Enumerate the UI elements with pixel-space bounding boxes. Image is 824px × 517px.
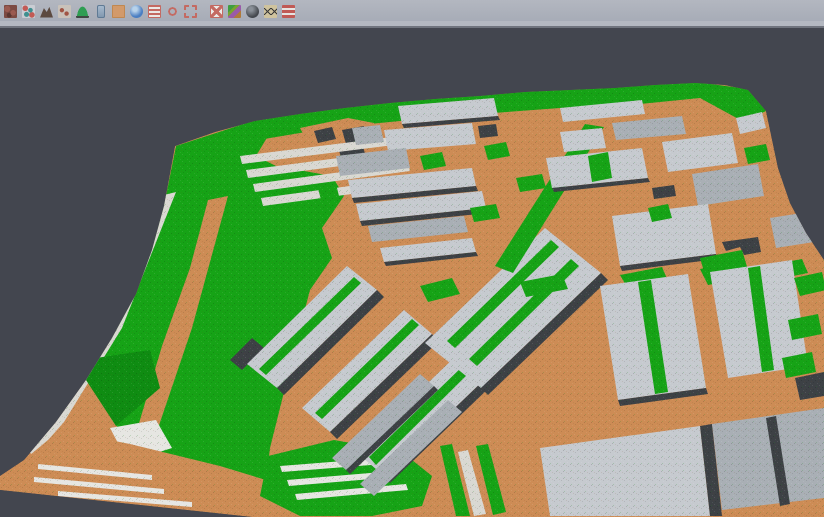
toolbar-button-tan-x-marks[interactable]: [262, 3, 279, 20]
ortho-surface-icon: [112, 5, 125, 18]
globe-view-icon: [130, 5, 143, 18]
toolbar-button-scatter-points[interactable]: [20, 3, 37, 20]
toolbar-button-vegetation-mound[interactable]: [74, 3, 91, 20]
application-window: [0, 0, 824, 517]
checker-cross-icon: [210, 5, 223, 18]
toolbar-button-fit-extent-brackets[interactable]: [182, 3, 199, 20]
classification-raster-icon: [228, 5, 241, 18]
toolbar-button-profile-column[interactable]: [92, 3, 109, 20]
toolbar-button-layer-stripes[interactable]: [146, 3, 163, 20]
target-ring-icon: [166, 5, 179, 18]
scatter-points-icon: [22, 5, 35, 18]
profile-column-icon: [97, 5, 105, 18]
toolbar-button-terrain-hill[interactable]: [38, 3, 55, 20]
ground-point-dots-icon: [58, 5, 71, 18]
classified-cloud-icon: [4, 5, 17, 18]
toolbar-button-classified-cloud[interactable]: [2, 3, 19, 20]
point-cloud-render: [0, 28, 824, 517]
toolbar-lower-strip: [0, 21, 824, 28]
toolbar-button-globe-view[interactable]: [128, 3, 145, 20]
vegetation-mound-icon: [76, 5, 89, 18]
toolbar-button-classification-raster[interactable]: [226, 3, 243, 20]
terrain-hill-icon: [40, 5, 53, 18]
toolbar-button-red-bars[interactable]: [280, 3, 297, 20]
toolbar-button-target-ring[interactable]: [164, 3, 181, 20]
main-toolbar: [0, 0, 824, 21]
point-cloud-group: [0, 82, 824, 517]
toolbar-button-checker-cross[interactable]: [208, 3, 225, 20]
toolbar-button-dark-sphere-render[interactable]: [244, 3, 261, 20]
fit-extent-brackets-icon: [184, 5, 197, 18]
tan-x-marks-icon: [264, 5, 277, 18]
dark-sphere-render-icon: [246, 5, 259, 18]
toolbar-button-ortho-surface[interactable]: [110, 3, 127, 20]
viewport-3d[interactable]: [0, 28, 824, 517]
red-bars-icon: [282, 5, 295, 18]
layer-stripes-icon: [148, 5, 161, 18]
toolbar-button-ground-point-dots[interactable]: [56, 3, 73, 20]
point-noise-overlay: [0, 83, 824, 517]
